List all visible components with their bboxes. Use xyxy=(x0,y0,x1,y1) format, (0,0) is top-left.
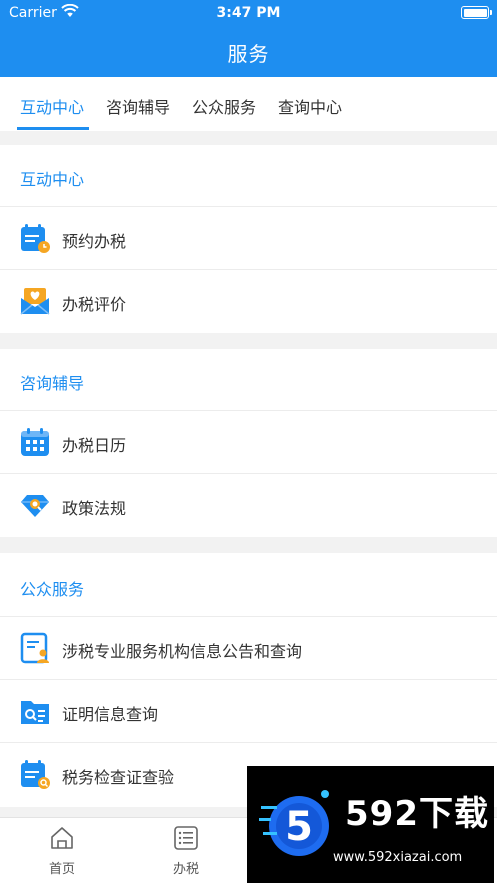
section-title: 咨询辅导 xyxy=(20,374,85,393)
watermark-logo-icon: 5 xyxy=(259,788,333,866)
tabbar-label: 办税 xyxy=(172,862,199,877)
folder-search-icon xyxy=(19,695,51,727)
list-item-label: 涉税专业服务机构信息公告和查询 xyxy=(62,642,303,661)
battery-icon xyxy=(461,6,492,19)
document-person-icon xyxy=(19,632,51,664)
list-item-certificate-query[interactable]: 证明信息查询 xyxy=(0,679,497,742)
tab-consulting[interactable]: 咨询辅导 xyxy=(106,94,170,118)
list-item-label: 证明信息查询 xyxy=(62,705,159,724)
list-item-label: 预约办税 xyxy=(62,232,127,251)
watermark-brand: 592下载 xyxy=(345,794,489,834)
list-item-evaluation[interactable]: 办税评价 xyxy=(0,269,497,332)
calendar-search-icon xyxy=(19,758,51,790)
tab-query-center[interactable]: 查询中心 xyxy=(278,94,342,118)
list-item-label: 政策法规 xyxy=(62,499,127,518)
section-title: 互动中心 xyxy=(20,170,85,189)
tab-public-service[interactable]: 公众服务 xyxy=(192,94,256,118)
section-consulting: 咨询辅导 办税日历 政策法规 xyxy=(0,349,497,537)
list-item-label: 办税评价 xyxy=(62,295,127,314)
section-title: 公众服务 xyxy=(20,580,85,599)
status-bar: Carrier 3:47 PM xyxy=(0,0,497,26)
diamond-search-icon xyxy=(19,489,51,521)
active-tab-indicator xyxy=(17,127,89,130)
tabbar-item-tax[interactable]: 办税 xyxy=(156,826,216,877)
page-title: 服务 xyxy=(227,42,270,66)
tabbar-item-home[interactable]: 首页 xyxy=(32,826,92,877)
segment-tabs: 互动中心 咨询辅导 公众服务 查询中心 xyxy=(0,77,497,131)
list-item-appointment[interactable]: 预约办税 xyxy=(0,206,497,269)
home-icon xyxy=(32,826,92,854)
list-icon xyxy=(156,826,216,854)
tabbar-label: 首页 xyxy=(48,862,75,877)
app-header: Carrier 3:47 PM 服务 xyxy=(0,0,497,77)
list-item-label: 办税日历 xyxy=(62,436,127,455)
calendar-clock-icon xyxy=(19,222,51,254)
section-interaction-center: 互动中心 预约办税 办税评价 xyxy=(0,145,497,333)
list-item-policy[interactable]: 政策法规 xyxy=(0,473,497,536)
list-item-tax-calendar[interactable]: 办税日历 xyxy=(0,410,497,473)
watermark-overlay: 5 592下载 www.592xiazai.com xyxy=(247,766,494,883)
list-item-label: 税务检查证查验 xyxy=(62,768,175,787)
list-item-agency-info[interactable]: 涉税专业服务机构信息公告和查询 xyxy=(0,616,497,679)
heart-envelope-icon xyxy=(19,285,51,317)
watermark-url: www.592xiazai.com xyxy=(333,850,463,865)
calendar-grid-icon xyxy=(19,426,51,458)
tab-interaction-center[interactable]: 互动中心 xyxy=(20,94,84,118)
status-time: 3:47 PM xyxy=(216,5,281,21)
svg-text:5: 5 xyxy=(285,804,313,850)
